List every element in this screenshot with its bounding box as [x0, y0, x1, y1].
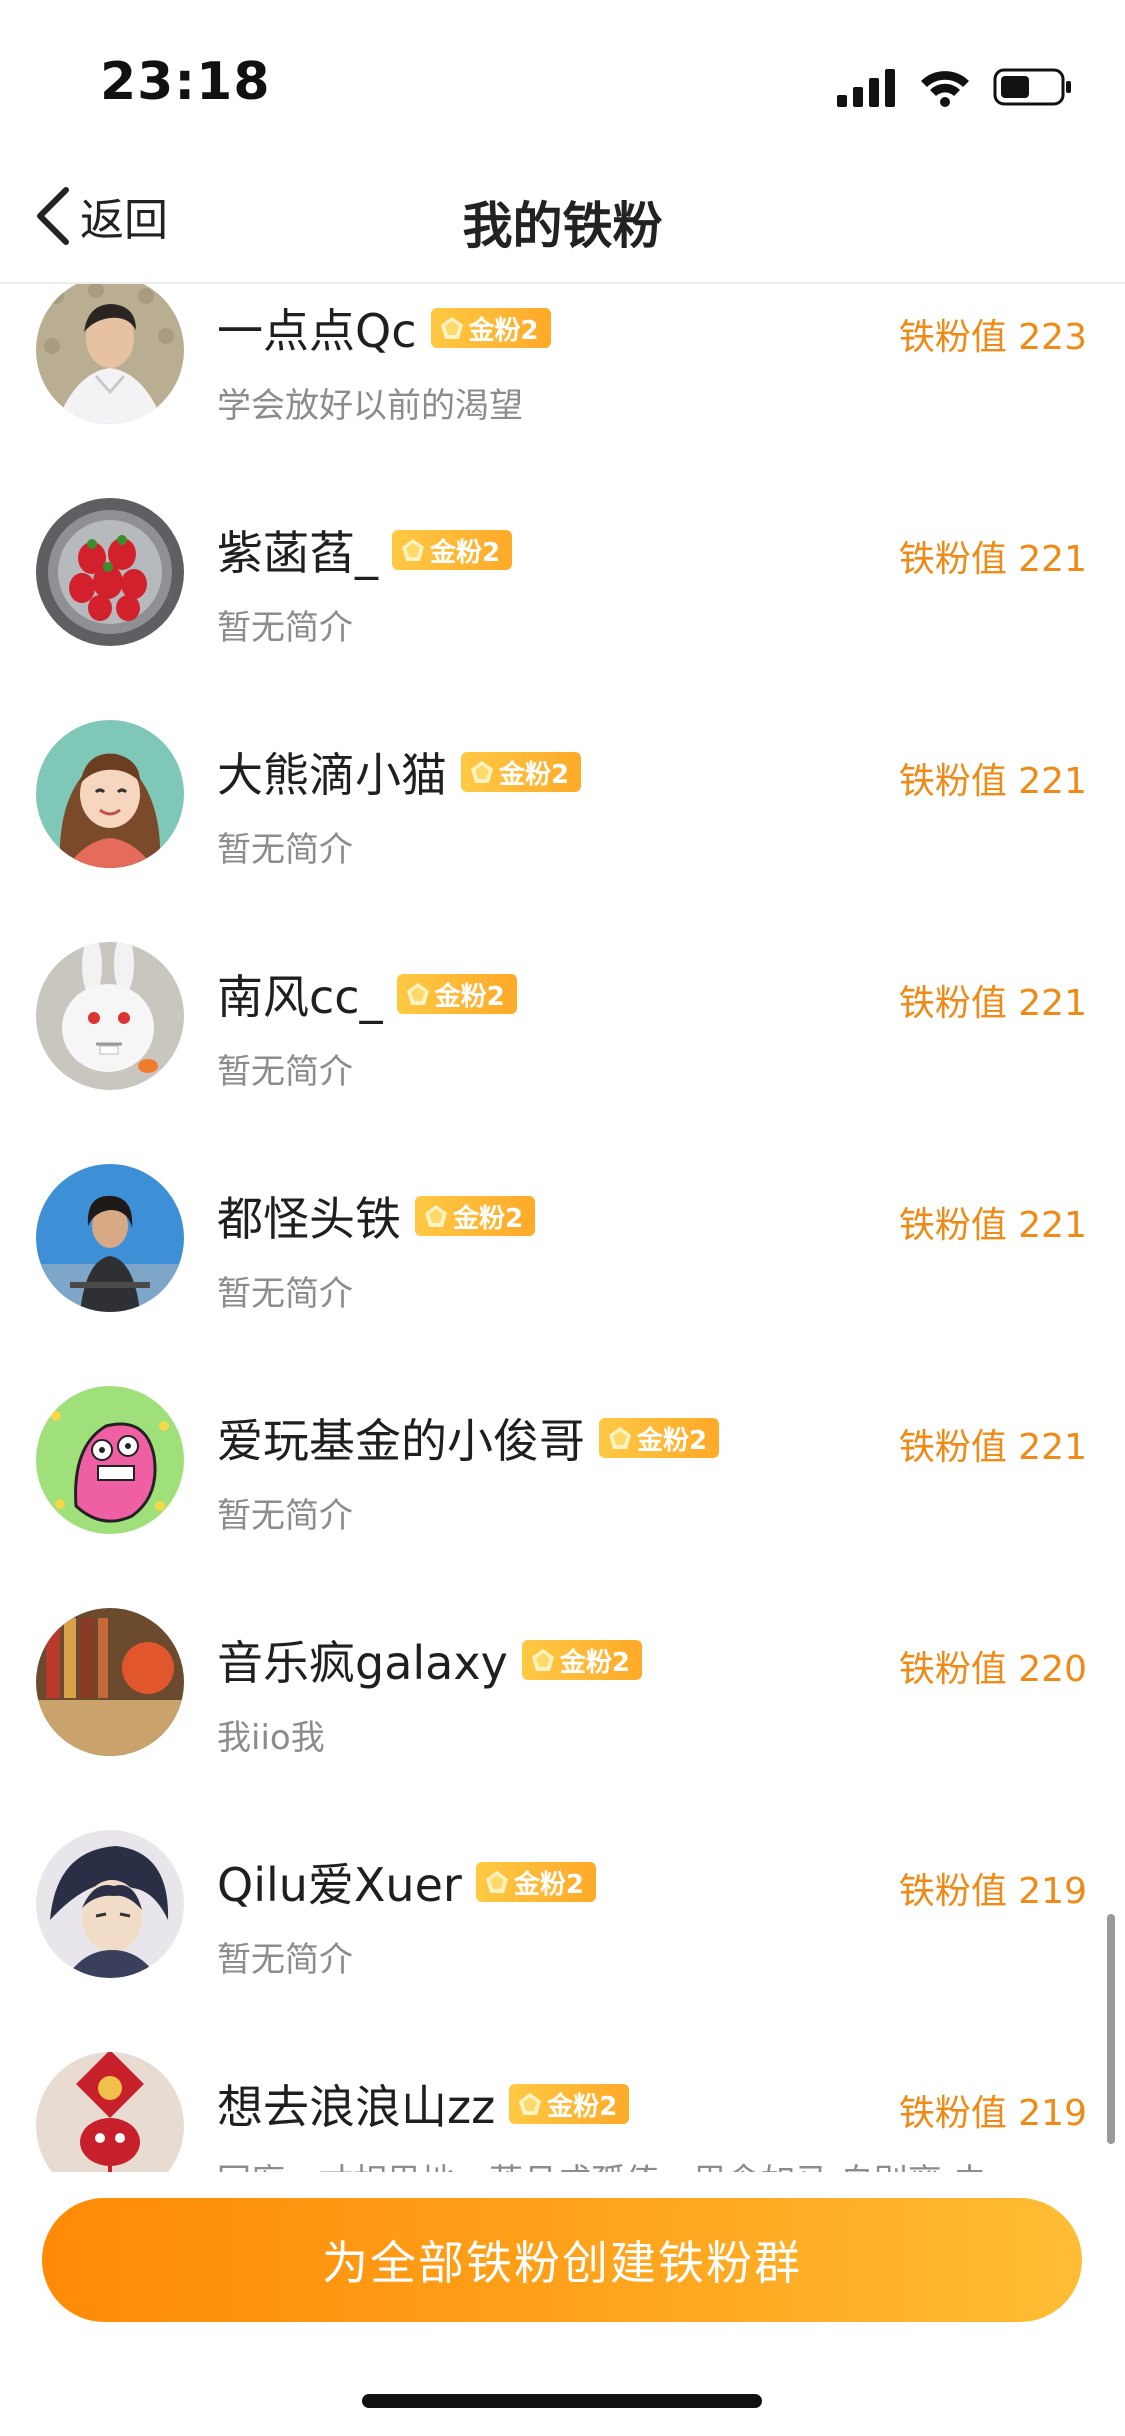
signal-icon [837, 69, 895, 107]
badge-label: 金粉2 [430, 537, 501, 568]
fan-level-badge: 金粉2 [430, 308, 551, 348]
fan-score: 铁粉值 220 [898, 1649, 1087, 1690]
fan-row[interactable]: 音乐疯galaxy 金粉2 铁粉值 220 我iio我 [0, 1588, 1125, 1810]
bottom-action-bar: 为全部铁粉创建铁粉群 [0, 2172, 1125, 2436]
home-indicator[interactable] [362, 2394, 762, 2408]
fan-name-line: 音乐疯galaxy 金粉2 [217, 1628, 642, 1692]
fan-level-badge: 金粉2 [475, 1862, 596, 1902]
fan-name-line: Qilu爱Xuer 金粉2 [217, 1850, 596, 1914]
avatar[interactable] [36, 498, 184, 646]
fan-name-line: 紫菡萏_ 金粉2 [217, 518, 513, 582]
status-icons [837, 62, 1073, 112]
fan-bio: 暂无简介 [217, 1052, 353, 1092]
badge-label: 金粉2 [434, 981, 505, 1012]
status-time: 23:18 [100, 52, 271, 112]
avatar[interactable] [36, 1608, 184, 1756]
fan-row[interactable]: 都怪头铁 金粉2 铁粉值 221 暂无简介 [0, 1144, 1125, 1366]
fan-name-line: 大熊滴小猫 金粉2 [217, 740, 582, 804]
fan-name: 都怪头铁 [217, 1192, 401, 1246]
create-fan-group-button[interactable]: 为全部铁粉创建铁粉群 [42, 2198, 1082, 2322]
fan-name: Qilu爱Xuer [217, 1858, 462, 1912]
fan-name-line: 南风cc_ 金粉2 [217, 962, 517, 1026]
pentagon-gem-icon [471, 761, 493, 783]
badge-label: 金粉2 [453, 1203, 524, 1234]
nav-bar: 返回 我的铁粉 [0, 150, 1125, 284]
battery-icon [993, 68, 1071, 106]
fan-score: 铁粉值 221 [898, 1205, 1087, 1246]
avatar[interactable] [36, 720, 184, 868]
fan-score: 铁粉值 219 [898, 2093, 1087, 2134]
fan-name: 音乐疯galaxy [217, 1636, 508, 1690]
pentagon-gem-icon [425, 1205, 447, 1227]
fan-row[interactable]: Qilu爱Xuer 金粉2 铁粉值 219 暂无简介 [0, 1810, 1125, 2032]
fan-bio: 暂无简介 [217, 1274, 353, 1314]
page-title: 我的铁粉 [462, 197, 663, 255]
wifi-icon [921, 71, 969, 107]
create-fan-group-label: 为全部铁粉创建铁粉群 [322, 2236, 802, 2290]
fan-score: 铁粉值 221 [898, 1427, 1087, 1468]
fan-row[interactable]: 想去浪浪山zz 金粉2 铁粉值 219 回廊一寸相思地，落月成孤倚。思念如马 自… [0, 2032, 1125, 2172]
fan-row[interactable]: 大熊滴小猫 金粉2 铁粉值 221 暂无简介 [0, 700, 1125, 922]
fan-level-badge: 金粉2 [509, 2084, 630, 2124]
fan-score: 铁粉值 223 [898, 317, 1087, 358]
scrollbar-thumb[interactable] [1107, 1914, 1115, 2144]
avatar[interactable] [36, 1386, 184, 1534]
badge-label: 金粉2 [637, 1425, 708, 1456]
fan-level-badge: 金粉2 [461, 752, 582, 792]
fan-level-badge: 金粉2 [392, 530, 513, 570]
fan-list[interactable]: 一点点Qc 金粉2 铁粉值 223 学会放好以前的渴望 紫菡萏_ 金粉2 铁粉值… [0, 282, 1125, 2172]
fan-bio: 暂无简介 [217, 1940, 353, 1980]
fan-score: 铁粉值 219 [898, 1871, 1087, 1912]
badge-label: 金粉2 [468, 315, 539, 346]
fan-level-badge: 金粉2 [396, 974, 517, 1014]
fan-bio: 回廊一寸相思地，落月成孤倚。思念如马 自别离 未… [217, 2154, 1021, 2172]
status-bar: 23:18 [0, 0, 1125, 150]
fan-bio: 暂无简介 [217, 830, 353, 870]
fan-bio: 我iio我 [217, 1718, 325, 1758]
pentagon-gem-icon [402, 539, 424, 561]
fan-bio: 暂无简介 [217, 1496, 353, 1536]
pentagon-gem-icon [531, 1649, 554, 1671]
fan-name: 南风cc_ [217, 970, 383, 1024]
badge-label: 金粉2 [547, 2091, 618, 2122]
pentagon-gem-icon [519, 2093, 542, 2115]
fan-name: 大熊滴小猫 [217, 748, 447, 802]
avatar[interactable] [36, 282, 184, 424]
avatar[interactable] [36, 1830, 184, 1978]
fan-bio: 学会放好以前的渴望 [217, 386, 523, 426]
fan-level-badge: 金粉2 [599, 1418, 720, 1458]
fan-row[interactable]: 南风cc_ 金粉2 铁粉值 221 暂无简介 [0, 922, 1125, 1144]
fan-score: 铁粉值 221 [898, 761, 1087, 802]
fan-name: 一点点Qc [217, 304, 417, 358]
badge-label: 金粉2 [499, 759, 570, 790]
fan-name: 紫菡萏_ [217, 526, 378, 580]
badge-label: 金粉2 [559, 1647, 630, 1678]
pentagon-gem-icon [485, 1871, 508, 1893]
fan-level-badge: 金粉2 [415, 1196, 536, 1236]
avatar[interactable] [36, 2052, 184, 2172]
fan-name: 想去浪浪山zz [217, 2080, 496, 2134]
fan-name-line: 爱玩基金的小俊哥 金粉2 [217, 1406, 720, 1470]
avatar[interactable] [36, 1164, 184, 1312]
fan-name-line: 想去浪浪山zz 金粉2 [217, 2072, 630, 2136]
fan-name-line: 都怪头铁 金粉2 [217, 1184, 536, 1248]
fan-name: 爱玩基金的小俊哥 [217, 1414, 585, 1468]
fan-level-badge: 金粉2 [521, 1640, 642, 1680]
pentagon-gem-icon [440, 317, 463, 339]
pentagon-gem-icon [406, 983, 429, 1005]
fan-row[interactable]: 爱玩基金的小俊哥 金粉2 铁粉值 221 暂无简介 [0, 1366, 1125, 1588]
fan-score: 铁粉值 221 [898, 539, 1087, 580]
fan-score: 铁粉值 221 [898, 983, 1087, 1024]
pentagon-gem-icon [609, 1427, 631, 1449]
avatar[interactable] [36, 942, 184, 1090]
fan-bio: 暂无简介 [217, 608, 353, 648]
fan-name-line: 一点点Qc 金粉2 [217, 296, 551, 360]
badge-label: 金粉2 [513, 1869, 584, 1900]
fan-row[interactable]: 一点点Qc 金粉2 铁粉值 223 学会放好以前的渴望 [0, 282, 1125, 478]
fan-row[interactable]: 紫菡萏_ 金粉2 铁粉值 221 暂无简介 [0, 478, 1125, 700]
